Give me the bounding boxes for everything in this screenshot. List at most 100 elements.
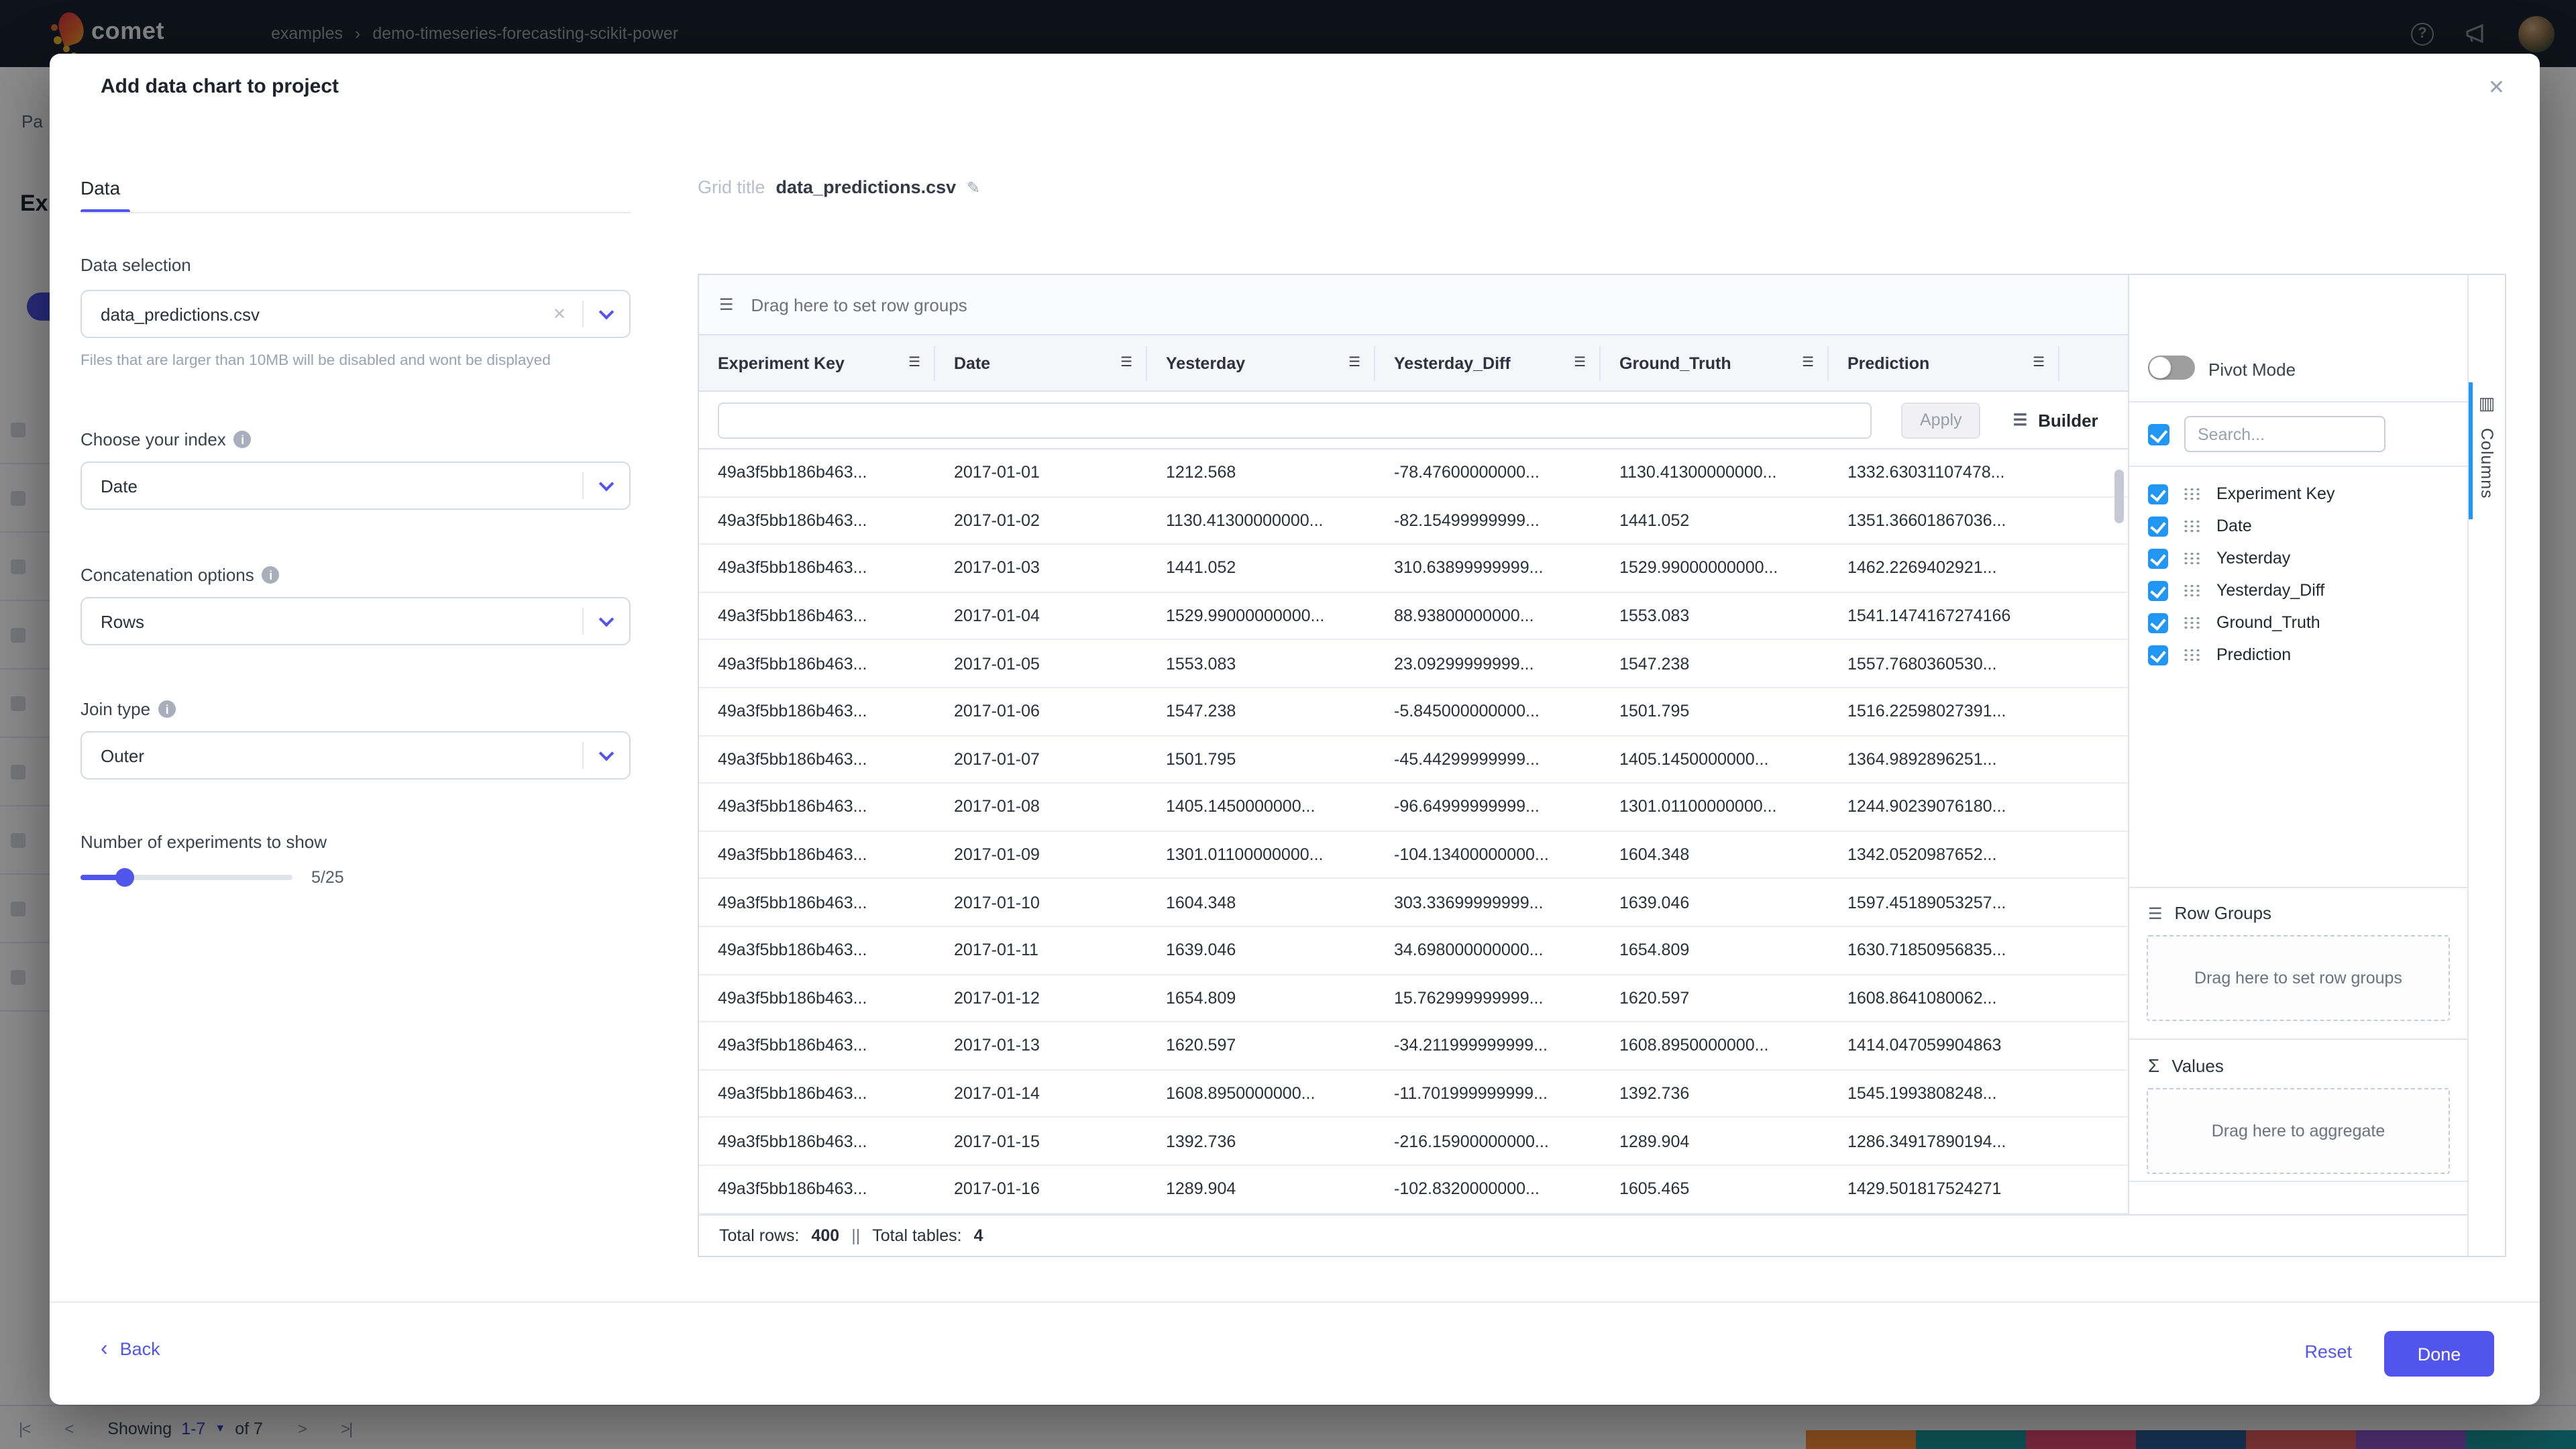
column-header[interactable]: Experiment Key☰ bbox=[699, 345, 935, 380]
table-row: 49a3f5bb186b463...2017-01-061547.238-5.8… bbox=[699, 688, 2128, 736]
column-menu-icon[interactable]: ☰ bbox=[2033, 356, 2045, 370]
table-cell: 34.698000000000... bbox=[1375, 941, 1601, 959]
column-field-label: Yesterday bbox=[2216, 549, 2290, 568]
column-field-item[interactable]: Ground_Truth bbox=[2129, 606, 2467, 639]
drag-handle-icon[interactable] bbox=[2183, 616, 2202, 629]
checkbox-checked-icon[interactable] bbox=[2148, 548, 2168, 568]
experiments-slider-knob[interactable] bbox=[115, 868, 134, 887]
pivot-mode-toggle[interactable] bbox=[2148, 356, 2195, 380]
table-cell: 1654.809 bbox=[1601, 941, 1829, 959]
table-cell: 2017-01-01 bbox=[935, 464, 1147, 482]
table-row: 49a3f5bb186b463...2017-01-011212.568-78.… bbox=[699, 449, 2128, 497]
table-cell: 1608.8950000000... bbox=[1601, 1036, 1829, 1055]
checkbox-checked-icon[interactable] bbox=[2148, 612, 2168, 633]
table-cell: 1501.795 bbox=[1147, 750, 1375, 769]
values-dropzone[interactable]: Drag here to aggregate bbox=[2147, 1088, 2450, 1174]
chevron-down-icon[interactable] bbox=[584, 480, 629, 491]
table-cell: -5.845000000000... bbox=[1375, 702, 1601, 721]
reset-button[interactable]: Reset bbox=[2304, 1342, 2352, 1362]
column-menu-icon[interactable]: ☰ bbox=[1574, 356, 1586, 370]
table-row: 49a3f5bb186b463...2017-01-041529.9900000… bbox=[699, 593, 2128, 641]
chevron-down-icon[interactable] bbox=[584, 309, 629, 319]
values-section-title: Values bbox=[2171, 1055, 2224, 1075]
columns-search-input[interactable] bbox=[2184, 416, 2385, 452]
filter-input[interactable] bbox=[718, 402, 1872, 438]
column-field-item[interactable]: Yesterday_Diff bbox=[2129, 574, 2467, 606]
table-cell: 1212.568 bbox=[1147, 464, 1375, 482]
table-row: 49a3f5bb186b463...2017-01-031441.052310.… bbox=[699, 545, 2128, 592]
close-icon[interactable]: ✕ bbox=[2483, 70, 2510, 105]
table-cell: 1405.1450000000... bbox=[1147, 798, 1375, 816]
column-menu-icon[interactable]: ☰ bbox=[1120, 356, 1132, 370]
column-field-item[interactable]: Experiment Key bbox=[2129, 478, 2467, 510]
table-cell: 49a3f5bb186b463... bbox=[699, 1179, 935, 1198]
column-field-item[interactable]: Date bbox=[2129, 510, 2467, 542]
apply-button[interactable]: Apply bbox=[1901, 402, 1981, 438]
table-cell: 23.09299999999... bbox=[1375, 654, 1601, 673]
column-header-label: Prediction bbox=[1829, 354, 2033, 372]
table-cell: 1332.63031107478... bbox=[1829, 464, 2059, 482]
table-cell: 2017-01-09 bbox=[935, 845, 1147, 864]
column-header[interactable]: Yesterday_Diff☰ bbox=[1375, 345, 1601, 380]
table-cell: 1289.904 bbox=[1147, 1179, 1375, 1198]
edit-pencil-icon[interactable]: ✎ bbox=[967, 178, 980, 197]
table-scrollbar[interactable] bbox=[2114, 470, 2124, 523]
table-cell: 1529.99000000000... bbox=[1147, 606, 1375, 625]
column-menu-icon[interactable]: ☰ bbox=[1802, 356, 1814, 370]
chevron-down-icon[interactable] bbox=[584, 750, 629, 761]
column-menu-icon[interactable]: ☰ bbox=[1348, 356, 1360, 370]
info-icon[interactable]: i bbox=[158, 700, 176, 718]
table-cell: 1441.052 bbox=[1601, 511, 1829, 530]
columns-tab[interactable]: Columns bbox=[2477, 428, 2496, 499]
back-button[interactable]: ‹ Back bbox=[101, 1339, 160, 1359]
tab-data[interactable]: Data bbox=[80, 177, 120, 199]
row-groups-section-title: Row Groups bbox=[2175, 903, 2272, 923]
concatenation-value: Rows bbox=[101, 611, 582, 631]
drag-handle-icon[interactable] bbox=[2183, 551, 2202, 565]
data-selection-select[interactable]: data_predictions.csv ✕ bbox=[80, 290, 631, 338]
join-type-select[interactable]: Outer bbox=[80, 731, 631, 780]
column-header-label: Date bbox=[935, 354, 1120, 372]
drag-handle-icon[interactable] bbox=[2183, 487, 2202, 500]
column-header[interactable]: Date☰ bbox=[935, 345, 1147, 380]
column-menu-icon[interactable]: ☰ bbox=[908, 356, 920, 370]
table-cell: 1392.736 bbox=[1147, 1132, 1375, 1150]
checkbox-checked-icon[interactable] bbox=[2148, 645, 2168, 665]
column-field-item[interactable]: Yesterday bbox=[2129, 542, 2467, 574]
footer-divider bbox=[50, 1301, 2540, 1303]
info-icon[interactable]: i bbox=[234, 431, 252, 448]
chevron-down-icon[interactable] bbox=[584, 616, 629, 627]
column-header[interactable]: Prediction☰ bbox=[1829, 345, 2059, 380]
row-groups-dropzone[interactable]: Drag here to set row groups bbox=[2147, 935, 2450, 1021]
table-row: 49a3f5bb186b463...2017-01-081405.1450000… bbox=[699, 784, 2128, 831]
checkbox-checked-icon[interactable] bbox=[2148, 484, 2168, 504]
builder-button[interactable]: ☰ Builder bbox=[2013, 410, 2098, 430]
concatenation-select[interactable]: Rows bbox=[80, 597, 631, 645]
done-button[interactable]: Done bbox=[2384, 1331, 2494, 1377]
drag-handle-icon[interactable] bbox=[2183, 519, 2202, 533]
table-cell: 1654.809 bbox=[1147, 989, 1375, 1008]
select-all-checkbox[interactable] bbox=[2148, 423, 2169, 445]
clear-icon[interactable]: ✕ bbox=[553, 305, 566, 323]
checkbox-checked-icon[interactable] bbox=[2148, 516, 2168, 536]
filter-row: Apply ☰ Builder bbox=[699, 392, 2128, 449]
total-rows-value: 400 bbox=[812, 1226, 840, 1245]
drag-handle-icon[interactable] bbox=[2183, 584, 2202, 597]
checkbox-checked-icon[interactable] bbox=[2148, 580, 2168, 600]
column-field-item[interactable]: Prediction bbox=[2129, 639, 2467, 671]
table-cell: 1553.083 bbox=[1147, 654, 1375, 673]
row-groups-drop-bar[interactable]: ☰ Drag here to set row groups bbox=[699, 275, 2128, 335]
experiments-slider[interactable] bbox=[80, 875, 292, 880]
table-cell: 1342.0520987652... bbox=[1829, 845, 2059, 864]
index-select[interactable]: Date bbox=[80, 462, 631, 510]
column-header[interactable]: Ground_Truth☰ bbox=[1601, 345, 1829, 380]
table-cell: 49a3f5bb186b463... bbox=[699, 464, 935, 482]
column-field-label: Date bbox=[2216, 517, 2252, 535]
info-icon[interactable]: i bbox=[262, 566, 280, 584]
column-header[interactable]: Yesterday☰ bbox=[1147, 345, 1375, 380]
row-groups-section-icon: ☰ bbox=[2148, 904, 2163, 922]
table-cell: 2017-01-12 bbox=[935, 989, 1147, 1008]
status-separator: || bbox=[851, 1226, 860, 1245]
table-row: 49a3f5bb186b463...2017-01-111639.04634.6… bbox=[699, 927, 2128, 975]
drag-handle-icon[interactable] bbox=[2183, 648, 2202, 661]
